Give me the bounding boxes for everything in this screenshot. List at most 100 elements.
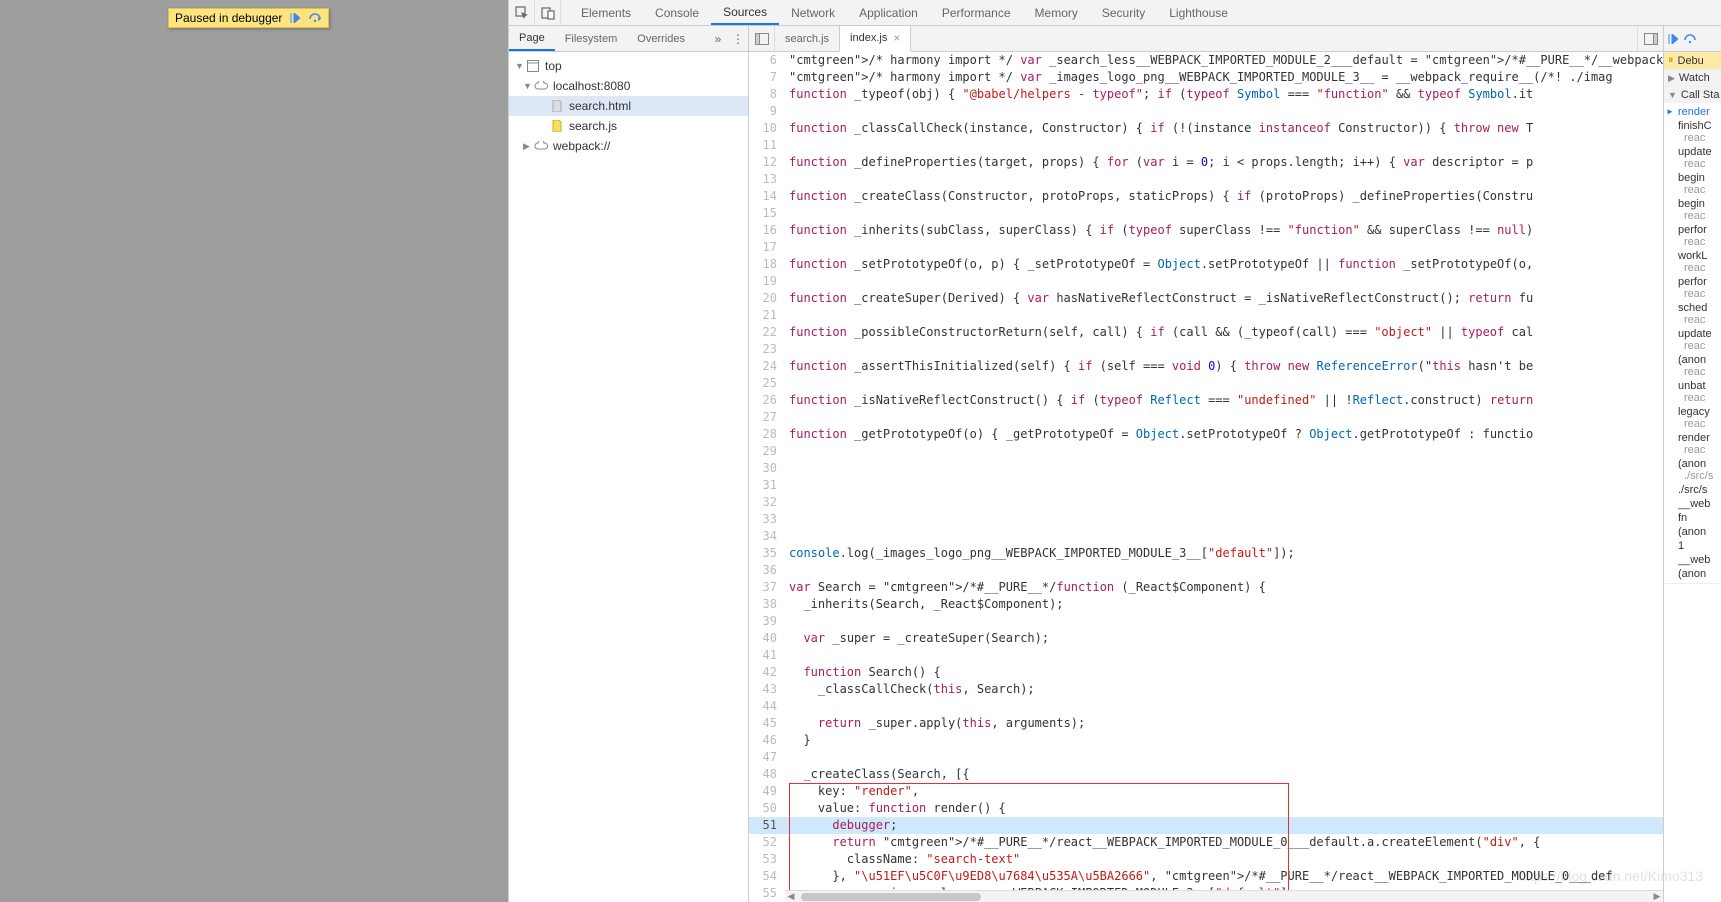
code-line[interactable]: 47 [749, 749, 1663, 766]
stack-frame[interactable]: workLreac [1664, 249, 1721, 275]
tree-webpack[interactable]: ▶ webpack:// [509, 136, 748, 156]
editor-tab-search-js[interactable]: search.js [775, 26, 839, 51]
code-line[interactable]: 15 [749, 205, 1663, 222]
code-line[interactable]: 24function _assertThisInitialized(self) … [749, 358, 1663, 375]
inspect-icon[interactable] [509, 0, 535, 25]
stack-frame[interactable]: beginreac [1664, 171, 1721, 197]
code-line[interactable]: 12function _defineProperties(target, pro… [749, 154, 1663, 171]
stack-frame[interactable]: (anon./src/s [1664, 457, 1721, 483]
main-tab-sources[interactable]: Sources [711, 0, 779, 25]
code-line[interactable]: 9 [749, 103, 1663, 120]
stack-frame[interactable]: (anon [1664, 525, 1721, 539]
nav-more-icon[interactable]: » [708, 26, 728, 51]
stack-frame[interactable]: __web [1664, 497, 1721, 511]
main-tab-lighthouse[interactable]: Lighthouse [1157, 0, 1240, 25]
code-line[interactable]: 37var Search = "cmtgreen">/*#__PURE__*/f… [749, 579, 1663, 596]
main-tab-application[interactable]: Application [847, 0, 930, 25]
stack-frame[interactable]: beginreac [1664, 197, 1721, 223]
code-line[interactable]: 32 [749, 494, 1663, 511]
code-line[interactable]: 18function _setPrototypeOf(o, p) { _setP… [749, 256, 1663, 273]
resume-icon[interactable] [288, 11, 302, 25]
nav-tab-page[interactable]: Page [509, 26, 555, 51]
tree-top[interactable]: ▼ top [509, 56, 748, 76]
code-line[interactable]: 33 [749, 511, 1663, 528]
code-line[interactable]: 43 _classCallCheck(this, Search); [749, 681, 1663, 698]
code-line[interactable]: 26function _isNativeReflectConstruct() {… [749, 392, 1663, 409]
nav-kebab-icon[interactable]: ⋮ [728, 26, 748, 51]
code-line[interactable]: 19 [749, 273, 1663, 290]
main-tab-performance[interactable]: Performance [930, 0, 1023, 25]
resume-icon[interactable] [1668, 34, 1678, 44]
main-tab-network[interactable]: Network [779, 0, 847, 25]
main-tab-elements[interactable]: Elements [569, 0, 643, 25]
stack-frame[interactable]: legacyreac [1664, 405, 1721, 431]
code-line[interactable]: 45 return _super.apply(this, arguments); [749, 715, 1663, 732]
code-line[interactable]: 54 }, "\u51EF\u5C0F\u9ED8\u7684\u535A\u5… [749, 868, 1663, 885]
code-line[interactable]: 11 [749, 137, 1663, 154]
main-tab-console[interactable]: Console [643, 0, 711, 25]
close-icon[interactable]: × [893, 31, 900, 45]
code-line[interactable]: 48 _createClass(Search, [{ [749, 766, 1663, 783]
tree-file-search-html[interactable]: search.html [509, 96, 748, 116]
stack-frame[interactable]: 1 [1664, 539, 1721, 553]
stack-frame[interactable]: (anonreac [1664, 353, 1721, 379]
main-tab-security[interactable]: Security [1090, 0, 1157, 25]
code-line[interactable]: 39 [749, 613, 1663, 630]
tree-host[interactable]: ▼ localhost:8080 [509, 76, 748, 96]
nav-tab-filesystem[interactable]: Filesystem [555, 26, 628, 51]
code-line[interactable]: 25 [749, 375, 1663, 392]
stack-frame[interactable]: __web [1664, 553, 1721, 567]
scroll-right-icon[interactable]: ▶ [1651, 891, 1663, 902]
stack-frame[interactable]: perforreac [1664, 223, 1721, 249]
code-line[interactable]: 46 } [749, 732, 1663, 749]
callstack-header[interactable]: ▼ Call Sta [1664, 87, 1721, 103]
code-line[interactable]: 52 return "cmtgreen">/*#__PURE__*/react_… [749, 834, 1663, 851]
code-line[interactable]: 8function _typeof(obj) { "@babel/helpers… [749, 86, 1663, 103]
code-line[interactable]: 7"cmtgreen">/* harmony import */ var _im… [749, 69, 1663, 86]
code-line[interactable]: 36 [749, 562, 1663, 579]
scrollbar-thumb[interactable] [801, 893, 981, 901]
code-line[interactable]: 14function _createClass(Constructor, pro… [749, 188, 1663, 205]
code-line[interactable]: 22function _possibleConstructorReturn(se… [749, 324, 1663, 341]
code-line[interactable]: 34 [749, 528, 1663, 545]
stack-frame[interactable]: unbatreac [1664, 379, 1721, 405]
code-line[interactable]: 41 [749, 647, 1663, 664]
device-toggle-icon[interactable] [535, 0, 561, 25]
code-line[interactable]: 10function _classCallCheck(instance, Con… [749, 120, 1663, 137]
code-line[interactable]: 35console.log(_images_logo_png__WEBPACK_… [749, 545, 1663, 562]
code-line[interactable]: 21 [749, 307, 1663, 324]
toggle-navigator-icon[interactable] [749, 26, 775, 51]
code-line[interactable]: 53 className: "search-text" [749, 851, 1663, 868]
debugger-status-header[interactable]: ⏸ Debu [1664, 52, 1721, 69]
stack-frame[interactable]: fn [1664, 511, 1721, 525]
stack-frame[interactable]: render [1664, 105, 1721, 119]
stack-frame[interactable]: updatereac [1664, 327, 1721, 353]
code-line[interactable]: 13 [749, 171, 1663, 188]
stack-frame[interactable]: updatereac [1664, 145, 1721, 171]
h-scrollbar[interactable]: ◀ ▶ [785, 890, 1663, 902]
code-line[interactable]: 44 [749, 698, 1663, 715]
code-line[interactable]: 50 value: function render() { [749, 800, 1663, 817]
code-line[interactable]: 29 [749, 443, 1663, 460]
nav-tab-overrides[interactable]: Overrides [627, 26, 695, 51]
code-line[interactable]: 31 [749, 477, 1663, 494]
toggle-debugger-icon[interactable] [1637, 26, 1663, 51]
code-line[interactable]: 38 _inherits(Search, _React$Component); [749, 596, 1663, 613]
watch-header[interactable]: ▶ Watch [1664, 70, 1721, 86]
code-editor[interactable]: 6"cmtgreen">/* harmony import */ var _se… [749, 52, 1663, 902]
code-line[interactable]: 20function _createSuper(Derived) { var h… [749, 290, 1663, 307]
code-line[interactable]: 6"cmtgreen">/* harmony import */ var _se… [749, 52, 1663, 69]
stack-frame[interactable]: schedreac [1664, 301, 1721, 327]
tree-file-search-js[interactable]: search.js [509, 116, 748, 136]
code-line[interactable]: 16function _inherits(subClass, superClas… [749, 222, 1663, 239]
code-line[interactable]: 49 key: "render", [749, 783, 1663, 800]
editor-tab-index-js[interactable]: index.js× [839, 26, 911, 52]
code-line[interactable]: 40 var _super = _createSuper(Search); [749, 630, 1663, 647]
step-over-icon[interactable] [308, 11, 322, 25]
stack-frame[interactable]: perforreac [1664, 275, 1721, 301]
step-over-icon[interactable] [1684, 34, 1696, 44]
code-line[interactable]: 30 [749, 460, 1663, 477]
code-line[interactable]: 51 debugger; [749, 817, 1663, 834]
code-line[interactable]: 28function _getPrototypeOf(o) { _getProt… [749, 426, 1663, 443]
stack-frame[interactable]: finishCreac [1664, 119, 1721, 145]
